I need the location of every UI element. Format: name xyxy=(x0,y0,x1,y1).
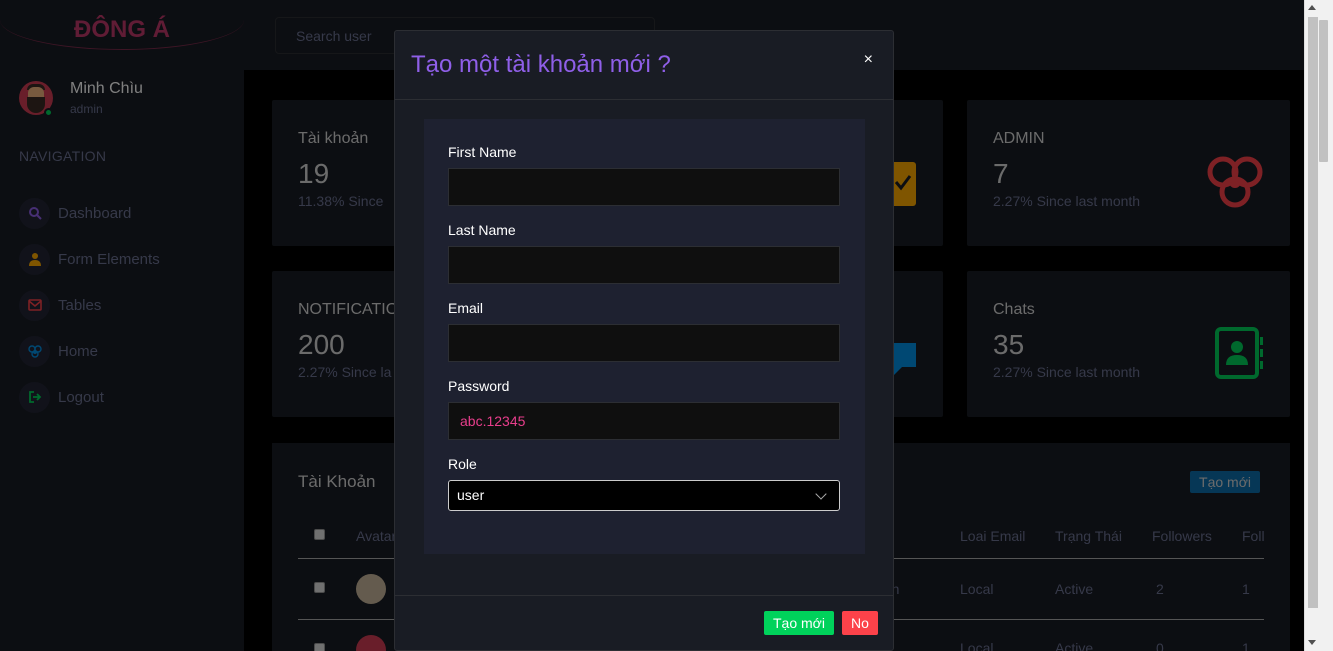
close-icon[interactable]: × xyxy=(864,51,873,69)
cancel-button[interactable]: No xyxy=(842,611,878,635)
last-name-field[interactable] xyxy=(448,246,840,284)
modal-form: First Name Last Name Email Password abc.… xyxy=(424,119,865,554)
password-label: Password xyxy=(448,378,510,394)
chevron-down-icon xyxy=(815,488,827,500)
scroll-down-arrow-icon[interactable] xyxy=(1308,640,1316,645)
modal-footer-divider xyxy=(395,595,893,596)
modal-header: Tạo một tài khoản mới ? × xyxy=(395,31,893,100)
email-label: Email xyxy=(448,300,484,316)
password-field[interactable]: abc.12345 xyxy=(448,402,840,440)
last-name-label: Last Name xyxy=(448,222,516,238)
page-scrollbar[interactable] xyxy=(1304,0,1333,651)
scroll-thumb[interactable] xyxy=(1319,20,1328,162)
role-label: Role xyxy=(448,456,477,472)
first-name-field[interactable] xyxy=(448,168,840,206)
role-select-value: user xyxy=(457,487,485,503)
create-account-modal: Tạo một tài khoản mới ? × First Name Las… xyxy=(394,30,894,651)
scroll-track[interactable] xyxy=(1308,17,1318,608)
first-name-label: First Name xyxy=(448,144,517,160)
email-field[interactable] xyxy=(448,324,840,362)
role-select[interactable]: user xyxy=(448,480,840,511)
modal-title: Tạo một tài khoản mới ? xyxy=(411,51,671,78)
scroll-up-arrow-icon[interactable] xyxy=(1308,5,1316,10)
create-button[interactable]: Tạo mới xyxy=(764,611,834,635)
